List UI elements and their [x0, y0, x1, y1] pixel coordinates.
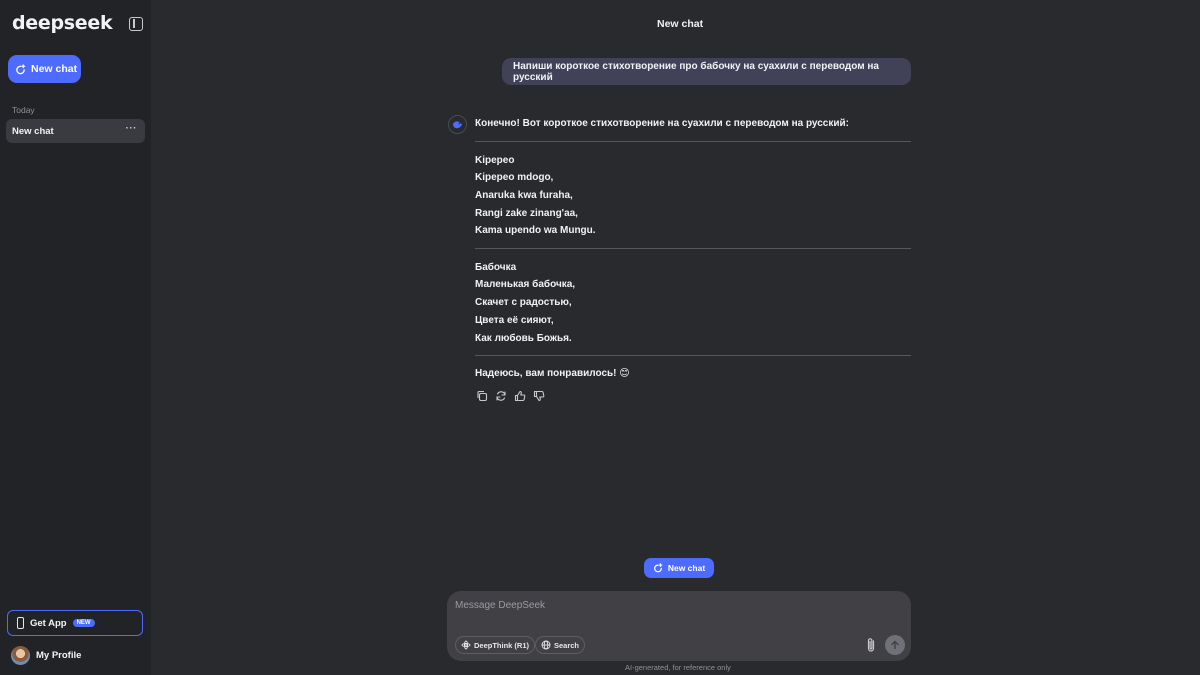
divider	[475, 248, 911, 249]
poem-title-russian: Бабочка	[475, 262, 517, 273]
bot-closing-text: Надеюсь, вам понравилось! 😊	[475, 368, 630, 379]
floating-new-chat-button[interactable]: New chat	[644, 558, 714, 578]
my-profile-button[interactable]: My Profile	[11, 646, 81, 665]
divider	[475, 355, 911, 356]
new-chat-icon	[16, 63, 26, 74]
poem-line: Цвета её сияют,	[475, 315, 554, 326]
poem-line: Маленькая бабочка,	[475, 279, 576, 290]
copy-icon[interactable]	[475, 389, 488, 402]
message-composer: DeepThink (R1) Search	[447, 591, 911, 661]
message-actions	[475, 389, 545, 402]
message-input[interactable]	[455, 600, 835, 611]
divider	[475, 141, 911, 142]
deepseek-whale-icon	[448, 115, 467, 134]
phone-icon	[17, 617, 24, 629]
new-badge: NEW	[72, 619, 95, 627]
deepthink-toggle[interactable]: DeepThink (R1)	[455, 636, 536, 654]
thumbs-up-icon[interactable]	[513, 389, 526, 402]
thumbs-down-icon[interactable]	[532, 389, 545, 402]
section-label-today: Today	[12, 105, 35, 115]
collapse-sidebar-icon[interactable]	[129, 17, 143, 31]
disclaimer-text: AI-generated, for reference only	[625, 663, 731, 672]
user-message-bubble: Напиши короткое стихотворение про бабочк…	[502, 58, 911, 85]
deepthink-icon	[461, 640, 471, 650]
arrow-up-icon	[891, 640, 899, 650]
poem-line: Скачет с радостью,	[475, 297, 572, 308]
bot-intro-text: Конечно! Вот короткое стихотворение на с…	[475, 118, 849, 129]
more-options-icon[interactable]: ···	[126, 124, 138, 134]
deepthink-label: DeepThink (R1)	[474, 640, 530, 650]
avatar	[11, 646, 30, 665]
sidebar: deepseek New chat Today New chat ··· Get…	[0, 0, 151, 675]
get-app-button[interactable]: Get App NEW	[7, 610, 143, 636]
poem-line: Rangi zake zinang'aa,	[475, 208, 578, 219]
poem-line: Kipepeo mdogo,	[475, 172, 554, 183]
send-button[interactable]	[885, 635, 905, 655]
new-chat-button[interactable]: New chat	[8, 55, 81, 83]
attach-icon[interactable]	[864, 636, 878, 654]
chat-history-item[interactable]: New chat ···	[6, 119, 145, 143]
get-app-label: Get App	[30, 617, 67, 629]
profile-label: My Profile	[36, 650, 82, 661]
regenerate-icon[interactable]	[494, 389, 507, 402]
page-title: New chat	[657, 18, 704, 30]
search-label: Search	[554, 640, 580, 650]
poem-line: Как любовь Божья.	[475, 333, 572, 344]
new-chat-icon	[653, 563, 663, 573]
chat-history-item-label: New chat	[12, 125, 54, 137]
poem-title-swahili: Kipepeo	[475, 155, 515, 166]
poem-line: Anaruka kwa furaha,	[475, 190, 573, 201]
globe-icon	[541, 640, 551, 650]
poem-line: Kama upendo wa Mungu.	[475, 225, 596, 236]
deepseek-logo: deepseek	[12, 12, 113, 34]
search-toggle[interactable]: Search	[535, 636, 586, 654]
new-chat-label: New chat	[31, 63, 78, 75]
floating-new-chat-label: New chat	[667, 563, 706, 573]
